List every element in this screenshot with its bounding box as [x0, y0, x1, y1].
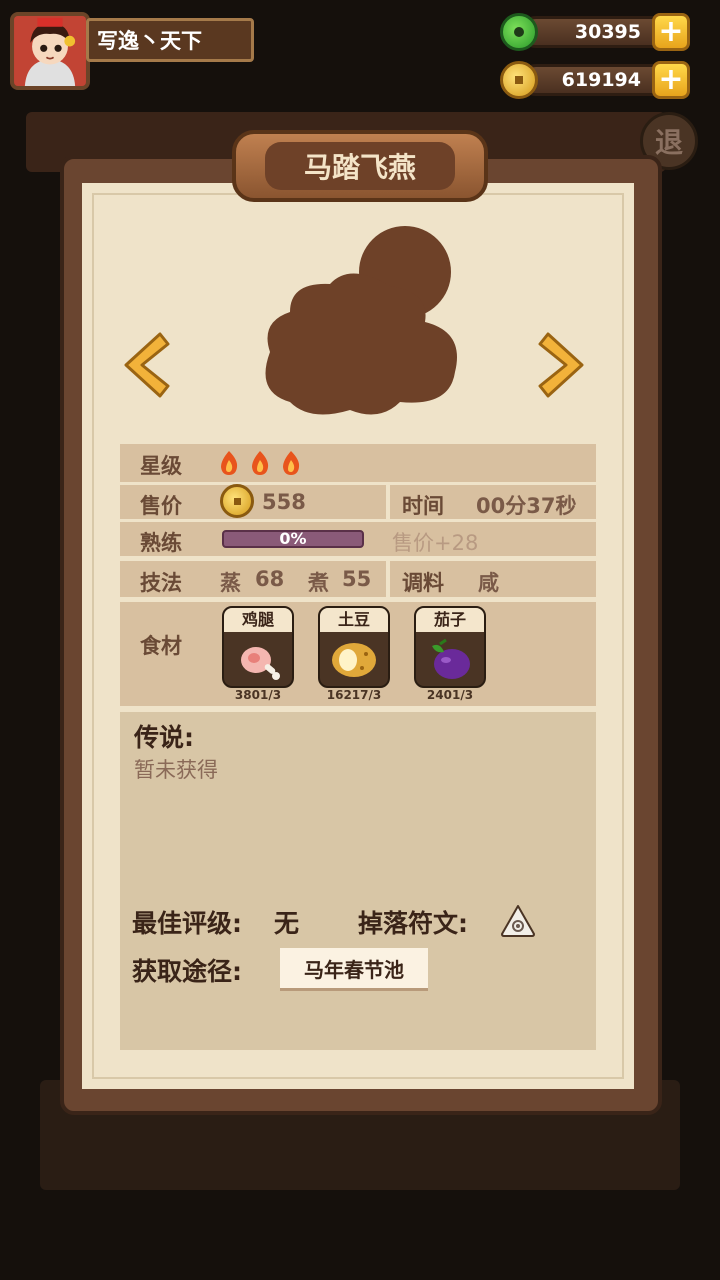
price-label: 售价 [140, 494, 182, 518]
technique-boil: 煮 [308, 571, 329, 595]
seasoning-label: 调料 [402, 571, 444, 595]
technique-label: 技法 [140, 571, 182, 595]
technique-steam: 蒸 [220, 571, 241, 595]
mastery-bonus: 售价+28 [392, 531, 479, 555]
stars-row [120, 444, 596, 482]
legend-text: 暂未获得 [134, 758, 218, 782]
prev-dish-arrow-icon[interactable] [120, 330, 170, 400]
obtain-source-button[interactable]: 马年春节池 [280, 948, 428, 988]
dish-title: 马踏飞燕 [265, 142, 455, 190]
chicken-leg-icon [241, 647, 280, 680]
ingredient-count: 3801/3 [234, 688, 282, 702]
add-jade-button[interactable]: + [652, 13, 690, 51]
title-plate: 马踏飞燕 [232, 130, 488, 202]
next-dish-arrow-icon[interactable] [538, 330, 588, 400]
add-coins-button[interactable]: + [652, 61, 690, 99]
best-rating-value: 无 [274, 909, 300, 938]
star-flame-icon [221, 451, 238, 475]
star-flame-icon [283, 451, 300, 475]
ingredient-card[interactable]: 鸡腿 [222, 606, 294, 688]
boil-value: 55 [342, 567, 372, 591]
mastery-value: 0% [279, 529, 307, 548]
price-coin-icon [220, 484, 254, 518]
ingredient-card[interactable]: 茄子 [414, 606, 486, 688]
ingredient-card[interactable]: 土豆 [318, 606, 390, 688]
player-avatar[interactable] [10, 12, 90, 90]
ingredient-name: 茄子 [416, 608, 484, 632]
ingredient-name: 鸡腿 [224, 608, 292, 632]
player-name: 写逸丶天下 [86, 18, 254, 62]
mastery-progress-bar: 0% [222, 529, 364, 548]
dish-silhouette-image [265, 226, 457, 415]
time-value: 00分37秒 [476, 494, 577, 518]
eggplant-icon [432, 638, 470, 679]
ingredients-label: 食材 [140, 634, 182, 658]
coin-icon [500, 61, 538, 99]
best-rating-label: 最佳评级: [132, 909, 242, 938]
rune-icon[interactable] [500, 904, 536, 938]
legend-title: 传说: [134, 723, 194, 752]
steam-value: 68 [255, 567, 285, 591]
potato-icon [332, 643, 376, 677]
ingredient-count: 2401/3 [426, 688, 474, 702]
time-label: 时间 [402, 494, 444, 518]
star-flame-icon [252, 451, 269, 475]
seasoning-value: 咸 [478, 571, 499, 595]
jade-icon [500, 13, 538, 51]
ingredient-name: 土豆 [320, 608, 388, 632]
stars-label: 星级 [140, 454, 182, 478]
mastery-label: 熟练 [140, 531, 182, 555]
rune-drop-label: 掉落符文: [358, 909, 468, 938]
obtain-label: 获取途径: [132, 957, 242, 986]
price-value: 558 [262, 490, 306, 514]
ingredient-count: 16217/3 [326, 688, 382, 702]
